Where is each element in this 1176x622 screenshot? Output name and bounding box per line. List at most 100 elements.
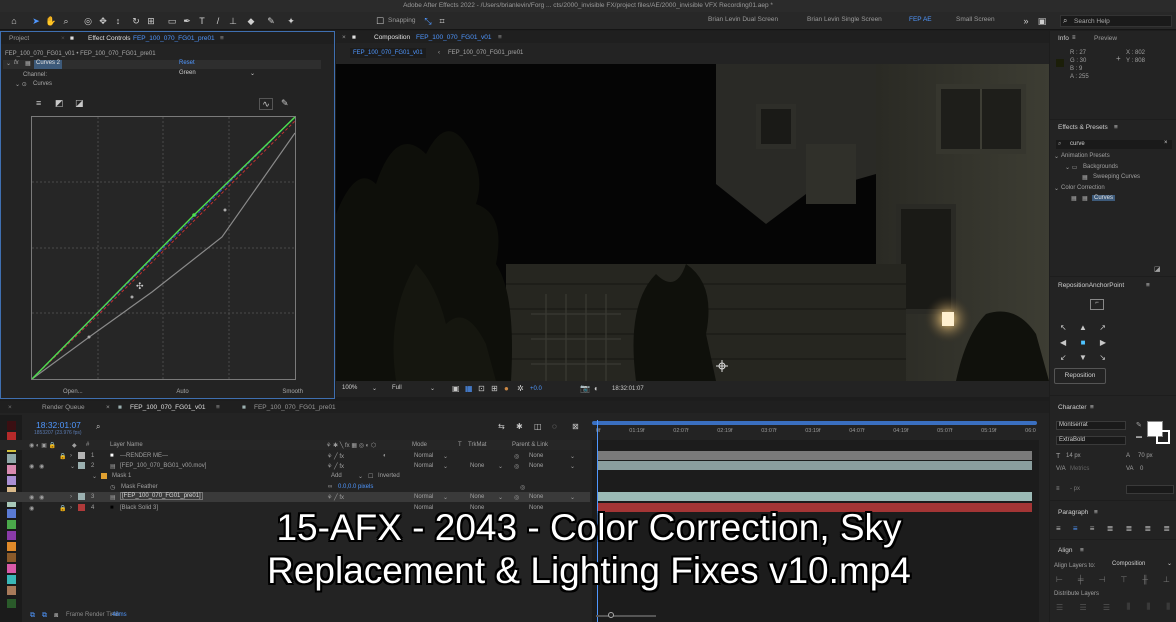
toggle-modes-icon[interactable]: ⧉ xyxy=(42,611,47,621)
workspace-dual-screen[interactable]: Brian Levin Dual Screen xyxy=(708,16,778,23)
audio-icon[interactable]: ◉ xyxy=(39,463,44,470)
layer-label-color[interactable] xyxy=(78,504,85,511)
anchor-bottom-icon[interactable]: ▼ xyxy=(1079,350,1087,365)
lock-icon[interactable]: 🔒 xyxy=(59,453,66,460)
anchor-bottom-right-icon[interactable]: ↘ xyxy=(1099,350,1106,365)
region-of-interest-icon[interactable]: ▣ xyxy=(452,384,460,394)
color-channels-icon[interactable]: ● xyxy=(504,384,509,394)
anchor-top-left-icon[interactable]: ↖ xyxy=(1060,320,1067,335)
align-to-dropdown[interactable]: Composition ⌄ xyxy=(1110,561,1174,570)
twirl-open-icon[interactable]: ⌄ xyxy=(92,473,97,480)
layer-switches[interactable]: ⚘ ╱ fx xyxy=(327,453,344,460)
label-swatch[interactable] xyxy=(7,421,16,430)
mask-name[interactable]: Mask 1 xyxy=(112,473,131,479)
anchor-grid[interactable]: ↖ ▲ ↗ ◀ ■ ▶ ↙ ▼ ↘ xyxy=(1060,320,1106,365)
font-style-dropdown[interactable]: ExtraBold xyxy=(1056,436,1126,445)
font-family-dropdown[interactable]: Montserrat xyxy=(1056,421,1126,430)
anchor-top-right-icon[interactable]: ↗ xyxy=(1099,320,1106,335)
effect-row[interactable]: ⌄ fx ▦ Curves 2 Reset xyxy=(3,60,321,69)
justify-all-icon[interactable]: ≣ xyxy=(1163,524,1170,533)
anchor-left-icon[interactable]: ◀ xyxy=(1060,335,1066,350)
mask-feather-row[interactable]: ◷ Mask Feather ∞ 0.0,0.0 pixels ◎ xyxy=(0,482,590,492)
layer-label-color[interactable] xyxy=(78,462,85,469)
pan-tool-icon[interactable]: ✥ xyxy=(97,15,109,27)
curves-expand-icon[interactable]: ⌄ ⊙ xyxy=(15,81,27,88)
hand-tool-icon[interactable]: ✋ xyxy=(45,15,57,27)
tab-timeline-pre[interactable]: FEP_100_070_FG01_pre01 xyxy=(254,404,336,411)
layer-label-color[interactable] xyxy=(78,452,85,459)
align-title[interactable]: Align xyxy=(1058,547,1072,554)
tree-item-sweeping-curves[interactable]: Sweeping Curves xyxy=(1093,174,1140,180)
character-title[interactable]: Character xyxy=(1058,404,1087,411)
tree-item-curves[interactable]: Curves xyxy=(1092,195,1116,201)
panel-menu-icon[interactable]: ≡ xyxy=(220,35,224,42)
hide-shy-layers-icon[interactable]: ◫ xyxy=(534,422,542,432)
curve-size-small-icon[interactable]: ◩ xyxy=(55,98,64,108)
distribute-top-icon[interactable]: ☰ xyxy=(1056,603,1063,612)
reposition-title[interactable]: RepositionAnchorPoint xyxy=(1058,282,1124,289)
distribute-right-icon[interactable]: ⫼ xyxy=(1166,602,1170,612)
stroke-color-swatch[interactable] xyxy=(1156,430,1170,444)
twirl-icon[interactable]: › xyxy=(70,494,72,500)
distribute-h-center-icon[interactable]: ⫼ xyxy=(1146,602,1150,612)
anchor-center-icon[interactable]: ■ xyxy=(1081,335,1086,350)
effects-search-field[interactable]: ⌕ curve × xyxy=(1056,140,1172,149)
pen-tool-icon[interactable]: ✒ xyxy=(181,15,193,27)
timeline-search-field[interactable]: ⌕ xyxy=(96,422,206,432)
mask-feather-value[interactable]: 0.0,0.0 pixels xyxy=(338,484,373,490)
crumb-other[interactable]: FEP_100_070_FG01_pre01 xyxy=(448,50,523,56)
search-help-field[interactable]: ⌕ Search Help xyxy=(1060,15,1172,27)
layer-parent[interactable]: None xyxy=(529,494,543,500)
close-icon[interactable]: × xyxy=(342,34,346,41)
smooth-curve-button[interactable]: Smooth xyxy=(282,389,303,395)
work-area-bar[interactable] xyxy=(592,421,1037,425)
distribute-bottom-icon[interactable]: ☰ xyxy=(1103,603,1110,612)
tree-item-animation-presets[interactable]: Animation Presets xyxy=(1061,153,1110,159)
snapshot-camera-icon[interactable]: 📷 xyxy=(580,384,590,394)
leading-value[interactable]: 70 px xyxy=(1138,453,1153,459)
twirl-icon[interactable]: › xyxy=(70,505,72,511)
clone-tool-icon[interactable]: ⊥ xyxy=(227,15,239,27)
clear-search-icon[interactable]: × xyxy=(1164,140,1168,146)
draft-3d-icon[interactable]: ✱ xyxy=(516,422,523,432)
anchor-tool-icon[interactable]: ⊞ xyxy=(145,15,157,27)
show-snapshot-icon[interactable]: ◐ xyxy=(594,384,599,394)
close-icon[interactable]: × xyxy=(8,404,12,411)
pencil-tool-icon[interactable]: ✎ xyxy=(281,98,289,108)
workspace-overflow-icon[interactable]: » xyxy=(1020,15,1032,27)
master-curve-point[interactable] xyxy=(87,335,91,339)
justify-last-right-icon[interactable]: ≣ xyxy=(1144,524,1151,533)
adjustment-icon[interactable]: ◐ xyxy=(383,453,387,459)
curve-size-large-icon[interactable]: ◪ xyxy=(75,98,84,108)
pickwhip-icon[interactable]: ◎ xyxy=(514,453,519,460)
layer-row[interactable]: ◉ ◉ ⌄ 2 ▤ [FEP_100_070_BG01_v00.mov] ⚘ ╱… xyxy=(0,461,590,471)
layer-bar-3[interactable] xyxy=(598,492,1032,501)
label-swatch[interactable] xyxy=(7,542,16,551)
mask-color[interactable] xyxy=(101,473,107,479)
layer-mode[interactable]: Normal xyxy=(414,453,433,459)
align-left-edge-icon[interactable]: ⊢ xyxy=(1056,575,1063,584)
roto-brush-icon[interactable]: ✎ xyxy=(265,15,277,27)
tab-composition-name[interactable]: FEP_100_070_FG01_v01 xyxy=(416,34,492,41)
tracking-value[interactable]: 0 xyxy=(1140,466,1143,472)
home-icon[interactable]: ⌂ xyxy=(8,15,20,27)
zoom-tool-icon[interactable]: ⌕ xyxy=(60,15,72,27)
tab-effect-controls[interactable]: Effect Controls xyxy=(88,35,131,42)
workspace-single-screen[interactable]: Brian Levin Single Screen xyxy=(807,16,882,23)
tree-item-backgrounds[interactable]: Backgrounds xyxy=(1083,164,1118,170)
eye-icon[interactable]: ◉ xyxy=(29,494,34,501)
layer-bar-2[interactable] xyxy=(598,461,1032,470)
timeline-zoom-slider[interactable] xyxy=(596,612,656,618)
layer-mode[interactable]: Normal xyxy=(414,463,433,469)
eye-icon[interactable]: ◉ xyxy=(29,505,34,512)
tab-effect-controls-layer[interactable]: FEP_100_070_FG01_pre01 xyxy=(133,35,215,42)
stroke-style-dropdown[interactable] xyxy=(1126,485,1174,494)
panel-menu-icon[interactable]: ≡ xyxy=(1090,404,1094,411)
close-icon[interactable]: × xyxy=(61,35,65,42)
pickwhip-icon[interactable]: ◎ xyxy=(514,463,519,470)
layer-name[interactable]: [Black Solid 3] xyxy=(120,505,158,511)
motion-blur-icon[interactable]: ⊠ xyxy=(572,422,579,432)
puppet-pin-icon[interactable]: ✦ xyxy=(285,15,297,27)
curves-graph[interactable]: ✣ xyxy=(31,116,296,380)
distribute-left-icon[interactable]: ⫼ xyxy=(1126,602,1130,612)
